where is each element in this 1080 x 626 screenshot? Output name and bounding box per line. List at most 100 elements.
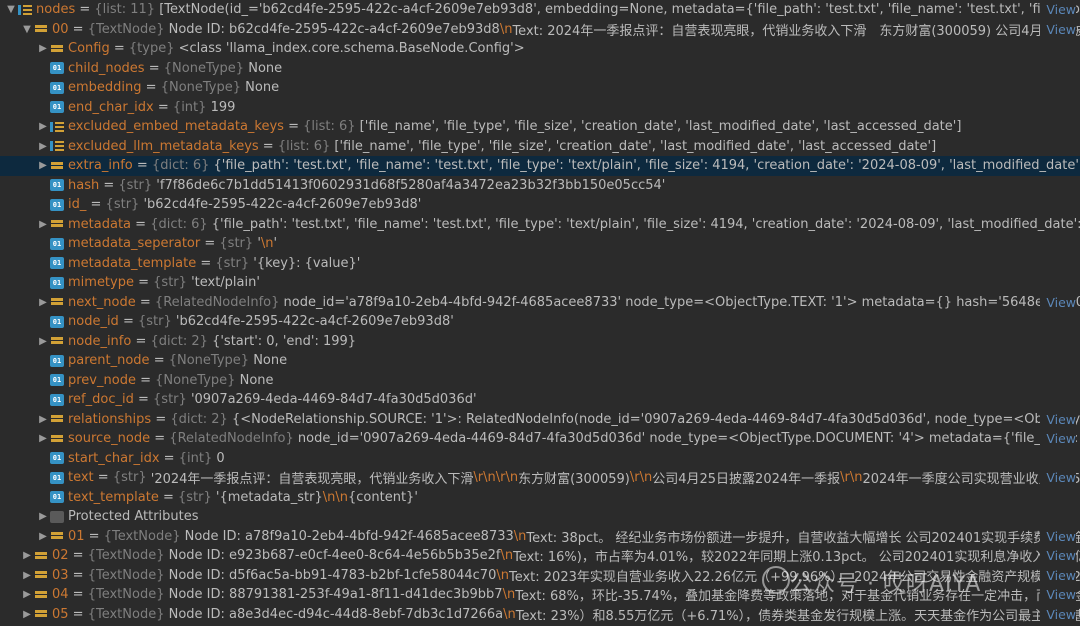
tree-row[interactable]: ▶ next_node = {RelatedNodeInfo} node_id='… xyxy=(0,293,1080,313)
tree-row[interactable]: ▶ 01 = {TextNode} Node ID: a78f9a10-2eb4-… xyxy=(0,527,1080,547)
tree-row[interactable]: ▶ Protected Attributes xyxy=(0,507,1080,527)
variable-value: <class 'llama_index.core.schema.BaseNode… xyxy=(178,41,525,57)
tree-row[interactable]: 01 mimetype = {str} 'text/plain' xyxy=(0,273,1080,293)
tree-row[interactable]: 01 hash = {str} 'f7f86de6c7b1dd51413f0602… xyxy=(0,176,1080,196)
field-icon: 01 xyxy=(50,237,64,250)
object-icon xyxy=(50,296,64,308)
escape-sequence: \n xyxy=(496,567,509,583)
expand-arrow-icon[interactable]: ▶ xyxy=(36,336,50,347)
variable-type: {list: 11} xyxy=(94,2,156,18)
tree-row[interactable]: 01 id_ = {str} 'b62cd4fe-2595-422c-a4cf-2… xyxy=(0,195,1080,215)
variable-type: {dict: 6} xyxy=(151,158,210,174)
view-link[interactable]: View xyxy=(1040,528,1076,544)
collapse-arrow-icon[interactable]: ▼ xyxy=(20,24,34,35)
tree-row[interactable]: ▶ relationships = {dict: 2} {<NodeRelatio… xyxy=(0,410,1080,430)
variable-type: {int} xyxy=(172,99,207,115)
expand-arrow-icon[interactable]: ▶ xyxy=(20,550,34,561)
tree-row[interactable]: ▶ excluded_embed_metadata_keys = {list: 6… xyxy=(0,117,1080,137)
escape-sequence: \n xyxy=(503,606,516,622)
view-link[interactable]: View xyxy=(1040,567,1076,583)
tree-row[interactable]: 01 start_char_idx = {int} 0 xyxy=(0,449,1080,469)
variable-type: {TextNode} xyxy=(87,587,165,603)
expand-arrow-icon[interactable]: ▶ xyxy=(20,609,34,620)
expand-arrow-icon[interactable]: ▶ xyxy=(36,414,50,425)
variable-value: {'start': 0, 'end': 199} xyxy=(212,333,357,349)
tree-row[interactable]: ▶ Config = {type} <class 'llama_index.cor… xyxy=(0,39,1080,59)
variable-name: nodes xyxy=(36,2,76,18)
equals-sign: = xyxy=(99,177,119,193)
variable-value: '0907a269-4eda-4469-84d7-4fa30d5d036d' xyxy=(190,392,477,408)
variable-type: {type} xyxy=(128,41,175,57)
expand-arrow-icon[interactable]: ▶ xyxy=(36,219,50,230)
field-icon: 01 xyxy=(50,393,64,406)
object-icon xyxy=(50,335,64,347)
variable-value: Node ID: b62cd4fe-2595-422c-a4cf-2609e7e… xyxy=(168,21,500,37)
expand-arrow-icon[interactable]: ▶ xyxy=(36,160,50,171)
tree-row[interactable]: ▶ metadata = {dict: 6} {'file_path': 'tes… xyxy=(0,215,1080,235)
tree-row[interactable]: 01 ref_doc_id = {str} '0907a269-4eda-4469… xyxy=(0,390,1080,410)
view-link[interactable]: View xyxy=(1040,431,1076,447)
field-icon: 01 xyxy=(50,471,64,484)
variable-value: 199 xyxy=(210,99,236,115)
equals-sign: = xyxy=(159,450,179,466)
tree-row[interactable]: ▶ 02 = {TextNode} Node ID: e923b687-e0cf-… xyxy=(0,546,1080,566)
tree-row[interactable]: 01 embedding = {NoneType} None xyxy=(0,78,1080,98)
tree-row[interactable]: 01 text = {str} '2024年一季报点评：自营表现亮眼，代销业务收入… xyxy=(0,468,1080,488)
tree-row[interactable]: 01 text_template = {str} '{metadata_str} \… xyxy=(0,488,1080,508)
field-icon: 01 xyxy=(50,81,64,94)
variable-value: Text: 23%）和8.55万亿元（+6.71%），债券类基金发行规模上涨。天… xyxy=(515,608,1080,624)
expand-arrow-icon[interactable]: ▶ xyxy=(36,531,50,542)
tree-row[interactable]: 01 metadata_template = {str} '{key}: {val… xyxy=(0,254,1080,274)
expand-arrow-icon[interactable]: ▶ xyxy=(36,121,50,132)
expand-arrow-icon[interactable]: ▶ xyxy=(36,297,50,308)
variable-value: Node ID: d5f6ac5a-bb91-4783-b2bf-1cfe580… xyxy=(168,567,497,583)
view-link[interactable]: View xyxy=(1040,2,1076,18)
expand-arrow-icon[interactable]: ▶ xyxy=(36,43,50,54)
variable-type: {TextNode} xyxy=(87,606,165,622)
tree-row[interactable]: 01 end_char_idx = {int} 199 xyxy=(0,98,1080,118)
view-link[interactable]: View xyxy=(1040,470,1076,486)
collapse-arrow-icon[interactable]: ▼ xyxy=(4,4,18,15)
tree-row[interactable]: 01 child_nodes = {NoneType} None xyxy=(0,59,1080,79)
variable-name: start_char_idx xyxy=(68,450,160,466)
tree-row[interactable]: ▶ extra_info = {dict: 6} {'file_path': 't… xyxy=(0,156,1080,176)
tree-row[interactable]: ▶ node_info = {dict: 2} {'start': 0, 'end… xyxy=(0,332,1080,352)
variable-type: {TextNode} xyxy=(87,21,165,37)
tree-row[interactable]: ▶ excluded_llm_metadata_keys = {list: 6} … xyxy=(0,137,1080,157)
view-link[interactable]: View xyxy=(1040,548,1076,564)
expand-arrow-icon[interactable]: ▶ xyxy=(20,570,34,581)
expand-arrow-icon[interactable]: ▶ xyxy=(36,141,50,152)
tree-row[interactable]: 01 node_id = {str} 'b62cd4fe-2595-422c-a4… xyxy=(0,312,1080,332)
tree-row[interactable]: 01 prev_node = {NoneType} None xyxy=(0,371,1080,391)
variable-value: {content}' xyxy=(348,489,418,505)
variable-name: extra_info xyxy=(68,158,133,174)
expand-arrow-icon[interactable]: ▶ xyxy=(36,433,50,444)
tree-row[interactable]: ▼ nodes = {list: 11} [TextNode(id_='b62cd… xyxy=(0,0,1080,20)
variable-type: {str} xyxy=(215,255,250,271)
equals-sign: = xyxy=(133,392,154,408)
variable-value: None xyxy=(248,60,283,76)
tree-row[interactable]: ▶ source_node = {RelatedNodeInfo} node_id… xyxy=(0,429,1080,449)
tree-row[interactable]: 01 metadata_seperator = {str} ' \n ' xyxy=(0,234,1080,254)
tree-row[interactable]: ▶ 05 = {TextNode} Node ID: a8e3d4ec-d94c-… xyxy=(0,605,1080,625)
tree-row[interactable]: 01 parent_node = {NoneType} None xyxy=(0,351,1080,371)
equals-sign: = xyxy=(144,60,164,76)
expand-arrow-icon[interactable]: ▶ xyxy=(20,589,34,600)
equals-sign: = xyxy=(86,197,106,213)
tree-row[interactable]: ▼ 00 = {TextNode} Node ID: b62cd4fe-2595-… xyxy=(0,20,1080,40)
equals-sign: = xyxy=(131,216,151,232)
view-link[interactable]: View xyxy=(1040,294,1076,310)
view-link[interactable]: View xyxy=(1040,21,1076,37)
view-link[interactable]: View xyxy=(1040,587,1076,603)
expand-arrow-icon[interactable]: ▶ xyxy=(36,511,50,522)
view-link[interactable]: View xyxy=(1040,411,1076,427)
variable-value: 'b62cd4fe-2595-422c-a4cf-2609e7eb93d8' xyxy=(143,197,422,213)
variable-name: metadata xyxy=(68,216,132,232)
view-link[interactable]: View xyxy=(1040,606,1076,622)
escape-sequence: \r\n\r\n xyxy=(473,470,519,486)
variable-value: {<NodeRelationship.SOURCE: '1'>: Related… xyxy=(231,411,1080,427)
equals-sign: = xyxy=(68,548,88,564)
equals-sign: = xyxy=(135,294,155,310)
object-icon xyxy=(50,413,64,425)
variable-name: prev_node xyxy=(68,372,136,388)
